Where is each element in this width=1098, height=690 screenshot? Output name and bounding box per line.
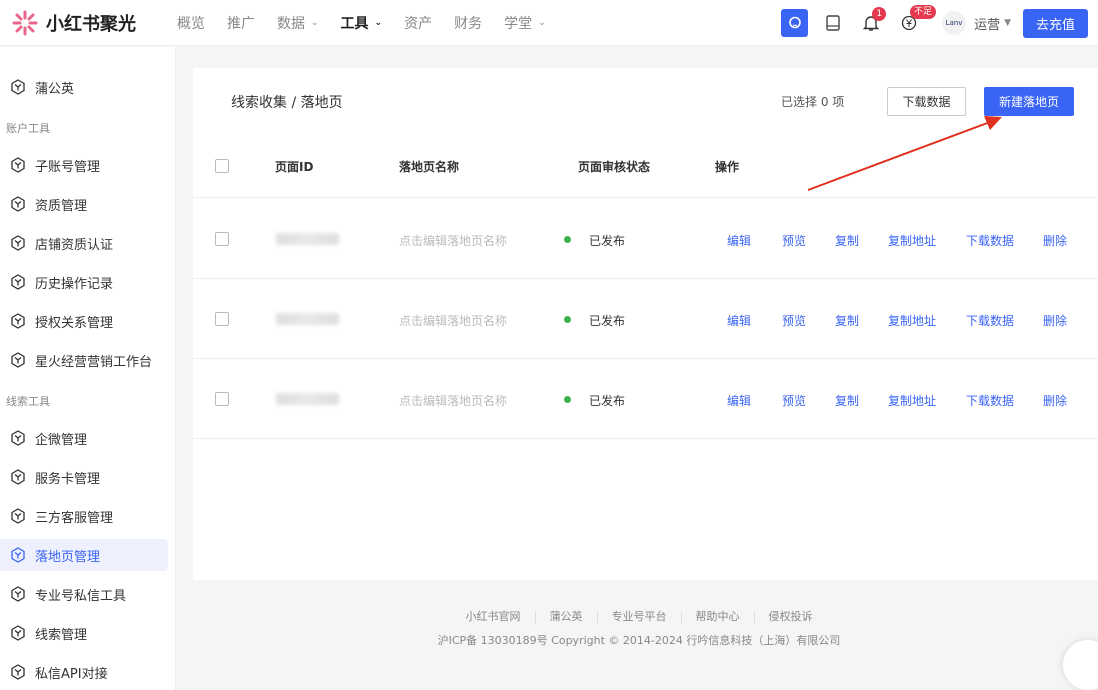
- footer-link[interactable]: 小红书官网: [466, 610, 521, 623]
- footer-link[interactable]: 专业号平台: [612, 610, 667, 623]
- footer-link[interactable]: 蒲公英: [550, 610, 583, 623]
- divider: [534, 611, 536, 623]
- divider: [680, 611, 682, 623]
- copyright: 沪ICP备 13030189号 Copyright © 2014-2024 行吟…: [437, 634, 841, 647]
- divider: [596, 611, 598, 623]
- footer-link[interactable]: 帮助中心: [696, 610, 740, 623]
- divider: [753, 611, 755, 623]
- annotation-arrow: [807, 116, 1002, 191]
- footer: 小红书官网 蒲公英 专业号平台 帮助中心 侵权投诉 沪ICP备 13030189号 Co…: [0, 608, 1098, 648]
- footer-link[interactable]: 侵权投诉: [769, 610, 813, 623]
